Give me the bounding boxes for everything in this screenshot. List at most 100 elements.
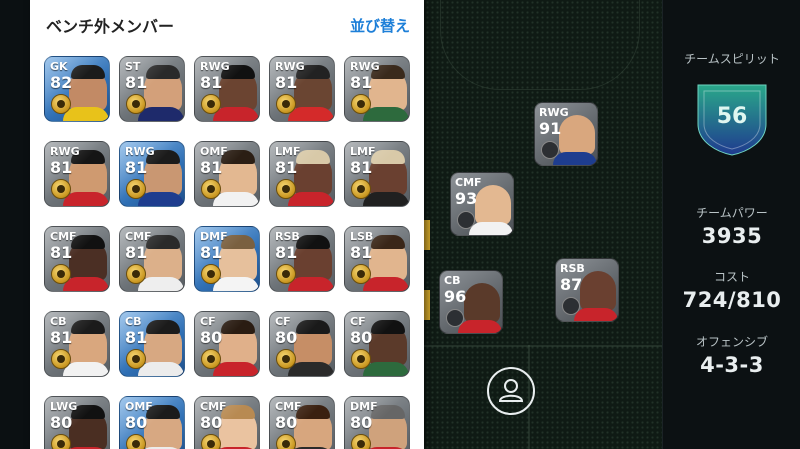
bench-player-card[interactable]: GK 82 [44, 56, 110, 122]
player-position: ST [125, 60, 141, 73]
gold-ball-icon [276, 179, 296, 199]
team-spirit-value: 56 [716, 104, 748, 129]
player-face [559, 115, 595, 155]
player-position: LWG [50, 400, 78, 413]
player-position: DMF [350, 400, 378, 413]
pitch-player-card[interactable]: RWG 91 [534, 102, 598, 166]
player-position: RSB [275, 230, 300, 243]
gold-ball-icon [201, 434, 221, 449]
player-position: CB [444, 274, 461, 287]
player-rating: 81 [125, 73, 148, 92]
bench-player-card[interactable]: OMF 81 [194, 141, 260, 207]
pitch-player-card[interactable]: CB 96 [439, 270, 503, 334]
player-rating: 81 [125, 328, 148, 347]
player-position: RWG [275, 60, 305, 73]
player-rating: 80 [200, 328, 223, 347]
bench-player-card[interactable]: CB 81 [119, 311, 185, 377]
player-position: OMF [125, 400, 153, 413]
bench-player-card[interactable]: CMF 80 [194, 396, 260, 449]
player-rating: 80 [350, 413, 373, 432]
gold-ball-icon [201, 94, 221, 114]
player-rating: 80 [200, 413, 223, 432]
player-position: CMF [125, 230, 152, 243]
player-position: CMF [200, 400, 227, 413]
gold-ball-icon [276, 94, 296, 114]
player-rating: 81 [200, 243, 223, 262]
bench-player-card[interactable]: CMF 81 [44, 226, 110, 292]
player-rating: 81 [200, 73, 223, 92]
gold-ball-icon [351, 349, 371, 369]
player-rating: 81 [50, 243, 73, 262]
player-position: CB [50, 315, 67, 328]
bench-player-card[interactable]: RWG 81 [44, 141, 110, 207]
bench-player-card[interactable]: CB 81 [44, 311, 110, 377]
player-position: CF [350, 315, 366, 328]
player-position: CB [125, 315, 142, 328]
player-shirt [458, 320, 502, 333]
player-position: CMF [275, 400, 302, 413]
gold-ball-icon [351, 94, 371, 114]
player-position: LSB [350, 230, 374, 243]
formation-value: 4-3-3 [700, 353, 764, 377]
bench-player-card[interactable]: LSB 81 [344, 226, 410, 292]
bench-player-card[interactable]: CF 80 [269, 311, 335, 377]
player-rating: 81 [200, 158, 223, 177]
bench-player-card[interactable]: CMF 80 [269, 396, 335, 449]
player-face [580, 271, 616, 311]
pitch-line [420, 345, 662, 347]
bench-player-card[interactable]: CF 80 [344, 311, 410, 377]
player-face [464, 283, 500, 323]
offense-style-label: オフェンシブ [695, 335, 768, 349]
bench-player-card[interactable]: DMF 81 [194, 226, 260, 292]
player-rating: 81 [275, 158, 298, 177]
gold-ball-icon [276, 434, 296, 449]
gold-ball-icon [276, 264, 296, 284]
player-rating: 81 [125, 158, 148, 177]
player-position: RWG [200, 60, 230, 73]
bench-player-card[interactable]: LWG 80 [44, 396, 110, 449]
player-rating: 81 [125, 243, 148, 262]
gold-ball-icon [51, 349, 71, 369]
gold-ball-icon [276, 349, 296, 369]
player-position: CMF [50, 230, 77, 243]
player-rating: 93 [455, 189, 478, 208]
bench-player-card[interactable]: RWG 81 [119, 141, 185, 207]
gold-ball-icon [126, 264, 146, 284]
bench-player-card[interactable]: OMF 80 [119, 396, 185, 449]
pitch-player-card[interactable]: CMF 93 [450, 172, 514, 236]
player-position: RWG [50, 145, 80, 158]
gold-ball-icon [201, 349, 221, 369]
bench-player-card[interactable]: RSB 81 [269, 226, 335, 292]
bench-player-card[interactable]: LMF 81 [269, 141, 335, 207]
gold-ball-icon [126, 179, 146, 199]
player-shirt [469, 222, 513, 235]
player-position: LMF [350, 145, 376, 158]
pitch-player-card[interactable]: RSB 87 [555, 258, 619, 322]
club-emblem-icon [562, 297, 580, 315]
bench-player-card[interactable]: CMF 81 [119, 226, 185, 292]
gold-ball-icon [51, 94, 71, 114]
bench-player-card[interactable]: LMF 81 [344, 141, 410, 207]
player-rating: 81 [275, 73, 298, 92]
player-rating: 80 [275, 328, 298, 347]
player-rating: 87 [560, 275, 583, 294]
bench-player-card[interactable]: ST 81 [119, 56, 185, 122]
gold-ball-icon [51, 434, 71, 449]
bench-player-card[interactable]: RWG 81 [194, 56, 260, 122]
bench-player-card[interactable]: RWG 81 [344, 56, 410, 122]
player-rating: 91 [539, 119, 562, 138]
bench-player-card[interactable]: DMF 80 [344, 396, 410, 449]
manager-button[interactable] [487, 367, 535, 415]
bench-panel: ベンチ外メンバー 並び替え GK 82 ST 81 RWG 81 RWG 81 RWG 81 RWG… [30, 0, 424, 449]
sort-button[interactable]: 並び替え [350, 15, 410, 36]
bench-player-card[interactable]: RWG 81 [269, 56, 335, 122]
player-rating: 81 [50, 328, 73, 347]
gold-ball-icon [126, 349, 146, 369]
player-rating: 80 [275, 413, 298, 432]
player-rating: 81 [50, 158, 73, 177]
bench-title: ベンチ外メンバー [46, 17, 175, 36]
player-position: CF [200, 315, 216, 328]
gold-ball-icon [351, 264, 371, 284]
bench-player-card[interactable]: CF 80 [194, 311, 260, 377]
player-position: RSB [560, 262, 585, 275]
